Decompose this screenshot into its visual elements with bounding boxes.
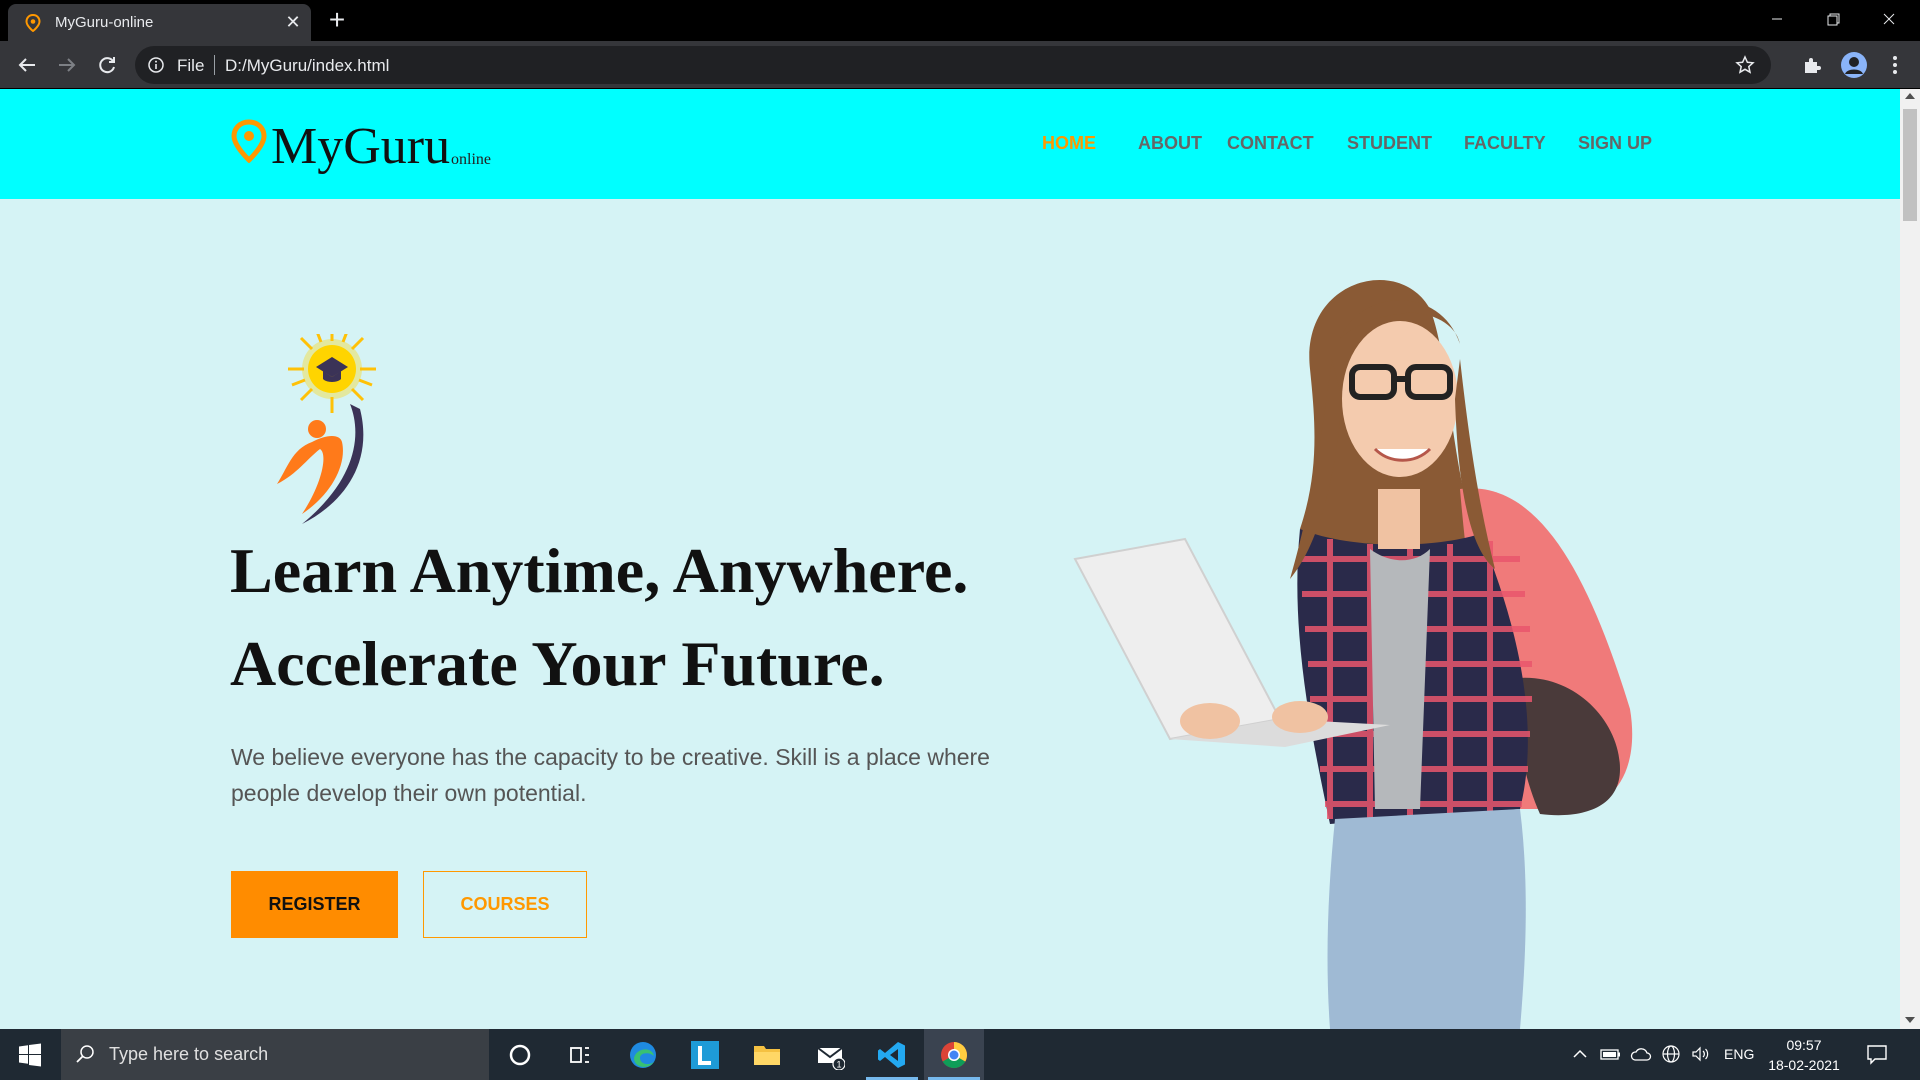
restore-icon <box>1827 13 1840 26</box>
input-language[interactable]: ENG <box>1724 1046 1754 1066</box>
nav-faculty[interactable]: FACULTY <box>1464 133 1546 154</box>
nav-home[interactable]: HOME <box>1042 133 1096 154</box>
scroll-down-arrow-icon[interactable] <box>1905 1017 1915 1023</box>
task-view-icon <box>570 1047 589 1063</box>
page-scrollbar[interactable] <box>1900 89 1920 1029</box>
notification-center-icon[interactable] <box>1866 1043 1888 1065</box>
more-menu-icon[interactable] <box>1883 53 1907 77</box>
student-with-laptop-image <box>1073 279 1633 1029</box>
graduate-emblem-icon <box>277 334 376 524</box>
onedrive-cloud-icon[interactable] <box>1630 1044 1652 1064</box>
folder-icon <box>754 1046 780 1065</box>
taskbar-search-box[interactable]: Type here to search <box>61 1029 489 1080</box>
nav-about[interactable]: ABOUT <box>1138 133 1202 154</box>
info-icon[interactable] <box>148 57 164 73</box>
browser-tab[interactable]: MyGuru-online ✕ <box>8 4 311 41</box>
browser-tab-strip: MyGuru-online ✕ + <box>0 0 1920 41</box>
tab-close-icon[interactable]: ✕ <box>283 12 303 32</box>
page-viewport: MyGuru online HOME ABOUT CONTACT STUDENT… <box>0 89 1920 1029</box>
search-icon <box>76 1045 94 1063</box>
minimize-icon <box>1772 18 1782 20</box>
hero-headline-1: Learn Anytime, Anywhere. <box>230 535 969 606</box>
nav-contact[interactable]: CONTACT <box>1227 133 1314 154</box>
windows-start-icon[interactable] <box>18 1043 42 1067</box>
nav-sign-up[interactable]: SIGN UP <box>1578 133 1652 154</box>
system-clock[interactable]: 09:57 18-02-2021 <box>1764 1035 1844 1075</box>
location-pin-icon <box>25 14 41 32</box>
hero-headline-2: Accelerate Your Future. <box>230 628 885 699</box>
network-globe-icon[interactable] <box>1660 1044 1682 1064</box>
window-restore-button[interactable] <box>1810 4 1856 34</box>
taskbar-app-edge[interactable] <box>613 1029 673 1080</box>
taskbar-app-l[interactable] <box>675 1029 735 1080</box>
clock-time: 09:57 <box>1786 1037 1822 1053</box>
address-bar[interactable]: File D:/MyGuru/index.html <box>135 46 1771 84</box>
taskbar-app-chrome[interactable] <box>924 1029 984 1080</box>
window-minimize-button[interactable] <box>1754 4 1800 34</box>
url-scheme-label: File <box>177 56 205 75</box>
vscode-icon <box>878 1042 905 1068</box>
chrome-icon <box>941 1042 968 1069</box>
scroll-up-arrow-icon[interactable] <box>1905 93 1915 99</box>
hero-description: We believe everyone has the capacity to … <box>231 744 990 806</box>
back-arrow-icon[interactable] <box>15 53 39 77</box>
reload-icon[interactable] <box>95 53 119 77</box>
cortana-circle-icon <box>509 1044 531 1066</box>
mail-badge: 1 <box>836 1060 841 1070</box>
clock-date: 18-02-2021 <box>1768 1057 1840 1073</box>
star-icon[interactable] <box>1735 55 1755 75</box>
tab-title: MyGuru-online <box>55 14 154 31</box>
show-hidden-icons-chevron-icon[interactable] <box>1572 1044 1588 1064</box>
new-tab-icon[interactable]: + <box>324 6 350 34</box>
mail-icon: 1 <box>817 1047 845 1070</box>
courses-button[interactable]: COURSES <box>423 871 587 938</box>
l-app-icon <box>691 1041 719 1069</box>
battery-icon[interactable] <box>1600 1044 1622 1064</box>
windows-taskbar: Type here to search 1 ENG 09:57 18-02-20… <box>0 1029 1920 1080</box>
taskbar-app-file-explorer[interactable] <box>737 1029 797 1080</box>
cortana-button[interactable] <box>490 1029 550 1080</box>
volume-icon[interactable] <box>1690 1044 1712 1064</box>
edge-browser-icon <box>630 1042 656 1068</box>
taskbar-app-mail[interactable]: 1 <box>800 1029 860 1080</box>
task-view-button[interactable] <box>550 1029 610 1080</box>
logo-suffix: online <box>451 151 491 168</box>
register-button[interactable]: REGISTER <box>231 871 398 938</box>
site-header: MyGuru online HOME ABOUT CONTACT STUDENT… <box>0 89 1900 199</box>
taskbar-app-vscode[interactable] <box>862 1029 922 1080</box>
forward-arrow-icon[interactable] <box>55 53 79 77</box>
close-icon <box>1883 13 1895 25</box>
url-separator <box>214 55 215 75</box>
logo-name: MyGuru <box>271 118 451 175</box>
extensions-puzzle-icon[interactable] <box>1800 53 1824 77</box>
scroll-thumb[interactable] <box>1903 109 1917 221</box>
nav-student[interactable]: STUDENT <box>1347 133 1432 154</box>
browser-toolbar: File D:/MyGuru/index.html <box>0 41 1920 89</box>
location-pin-icon <box>231 119 267 163</box>
search-placeholder: Type here to search <box>109 1044 269 1064</box>
url-text[interactable]: D:/MyGuru/index.html <box>225 56 389 76</box>
profile-avatar-icon[interactable] <box>1840 51 1868 79</box>
window-close-button[interactable] <box>1866 4 1912 34</box>
